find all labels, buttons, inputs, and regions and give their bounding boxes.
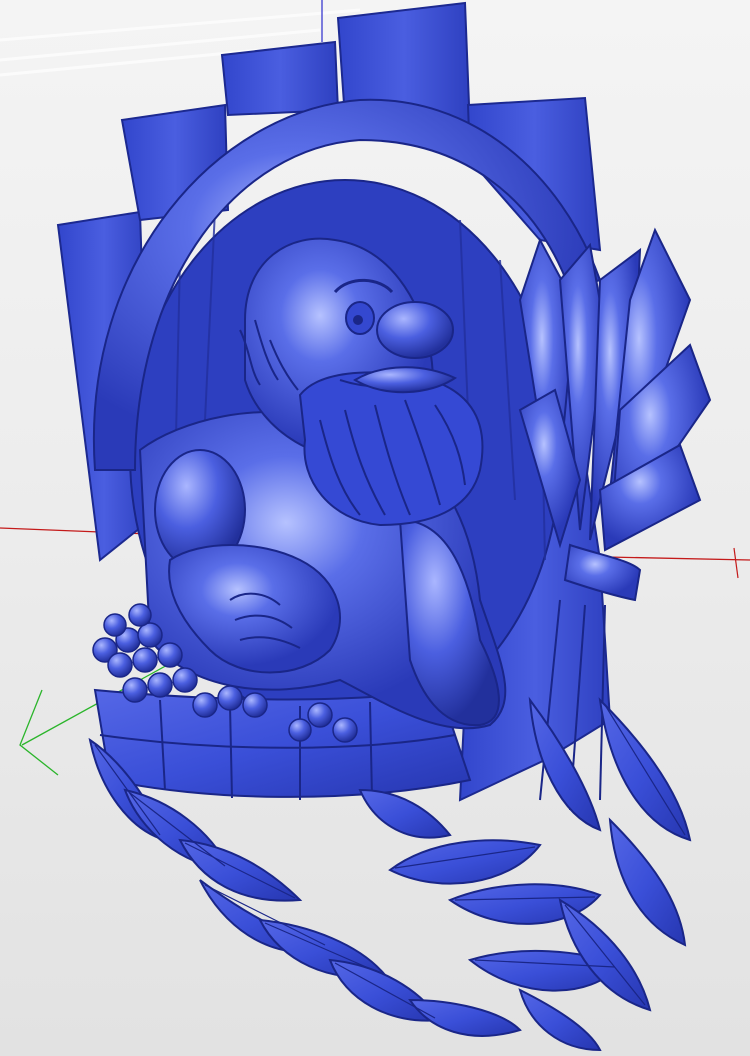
- 3d-viewport[interactable]: [0, 0, 750, 1056]
- relief-3d-model[interactable]: [56, 1, 712, 1052]
- viewport-canvas[interactable]: [0, 0, 750, 1056]
- nose: [376, 301, 454, 359]
